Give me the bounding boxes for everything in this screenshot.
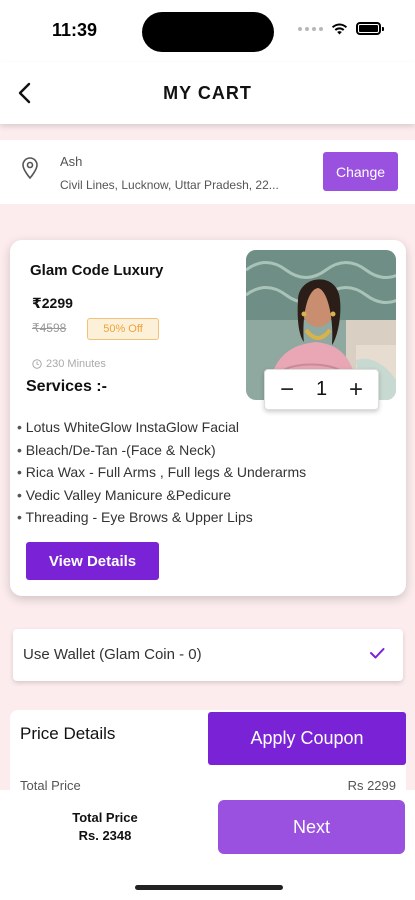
use-wallet-toggle[interactable]: Use Wallet (Glam Coin - 0): [13, 629, 403, 681]
apply-coupon-button[interactable]: Apply Coupon: [208, 712, 406, 765]
service-item: Bleach/De-Tan -(Face & Neck): [17, 439, 306, 462]
signal-icon: [298, 26, 323, 31]
quantity-value: 1: [315, 378, 328, 400]
status-time: 11:39: [52, 20, 98, 40]
location-pin-icon: [22, 157, 38, 180]
clock-icon: [32, 359, 42, 369]
duration-text: 230 Minutes: [46, 358, 106, 370]
price-details-heading: Price Details: [20, 724, 116, 743]
address-line: Civil Lines, Lucknow, Uttar Pradesh, 22.…: [60, 178, 279, 192]
status-bar: 11:39: [0, 0, 415, 62]
duration: 230 Minutes: [32, 358, 106, 370]
decrease-quantity-button[interactable]: −: [277, 377, 297, 402]
product-name: Glam Code Luxury: [30, 262, 164, 279]
change-address-button[interactable]: Change: [323, 152, 398, 191]
home-indicator: [135, 885, 283, 890]
product-price: ₹2299: [32, 295, 73, 311]
wallet-label: Use Wallet (Glam Coin - 0): [23, 646, 202, 663]
discount-badge: 50% Off: [87, 318, 159, 340]
address-section: Ash Civil Lines, Lucknow, Uttar Pradesh,…: [0, 140, 415, 204]
next-button[interactable]: Next: [218, 800, 405, 854]
footer-total-value: Rs. 2348: [78, 828, 132, 843]
services-list: Lotus WhiteGlow InstaGlow Facial Bleach/…: [17, 416, 307, 529]
header: MY CART: [0, 62, 415, 124]
wifi-icon: [331, 23, 348, 35]
battery-icon: [356, 22, 384, 35]
checkmark-icon: [370, 648, 385, 659]
services-heading: Services :-: [26, 378, 107, 395]
page-title: MY CART: [163, 83, 252, 103]
service-item: Threading - Eye Brows & Upper Lips: [17, 506, 306, 529]
service-item: Lotus WhiteGlow InstaGlow Facial: [17, 416, 306, 439]
service-item: Rica Wax - Full Arms , Full legs & Under…: [17, 461, 306, 484]
address-name: Ash: [60, 154, 83, 169]
footer-total-label: Total Price: [72, 810, 138, 825]
status-icons: [298, 22, 384, 35]
service-item: Vedic Valley Manicure &Pedicure: [17, 484, 306, 507]
product-card: Glam Code Luxury ₹2299 ₹4598 50% Off 230…: [10, 240, 406, 596]
original-price: ₹4598: [32, 321, 67, 335]
bottom-bar: Total Price Rs. 2348 Next: [0, 790, 415, 900]
camera-notch: [142, 12, 274, 52]
view-details-button[interactable]: View Details: [26, 542, 159, 580]
quantity-stepper: − 1 +: [264, 369, 379, 410]
increase-quantity-button[interactable]: +: [346, 377, 366, 402]
